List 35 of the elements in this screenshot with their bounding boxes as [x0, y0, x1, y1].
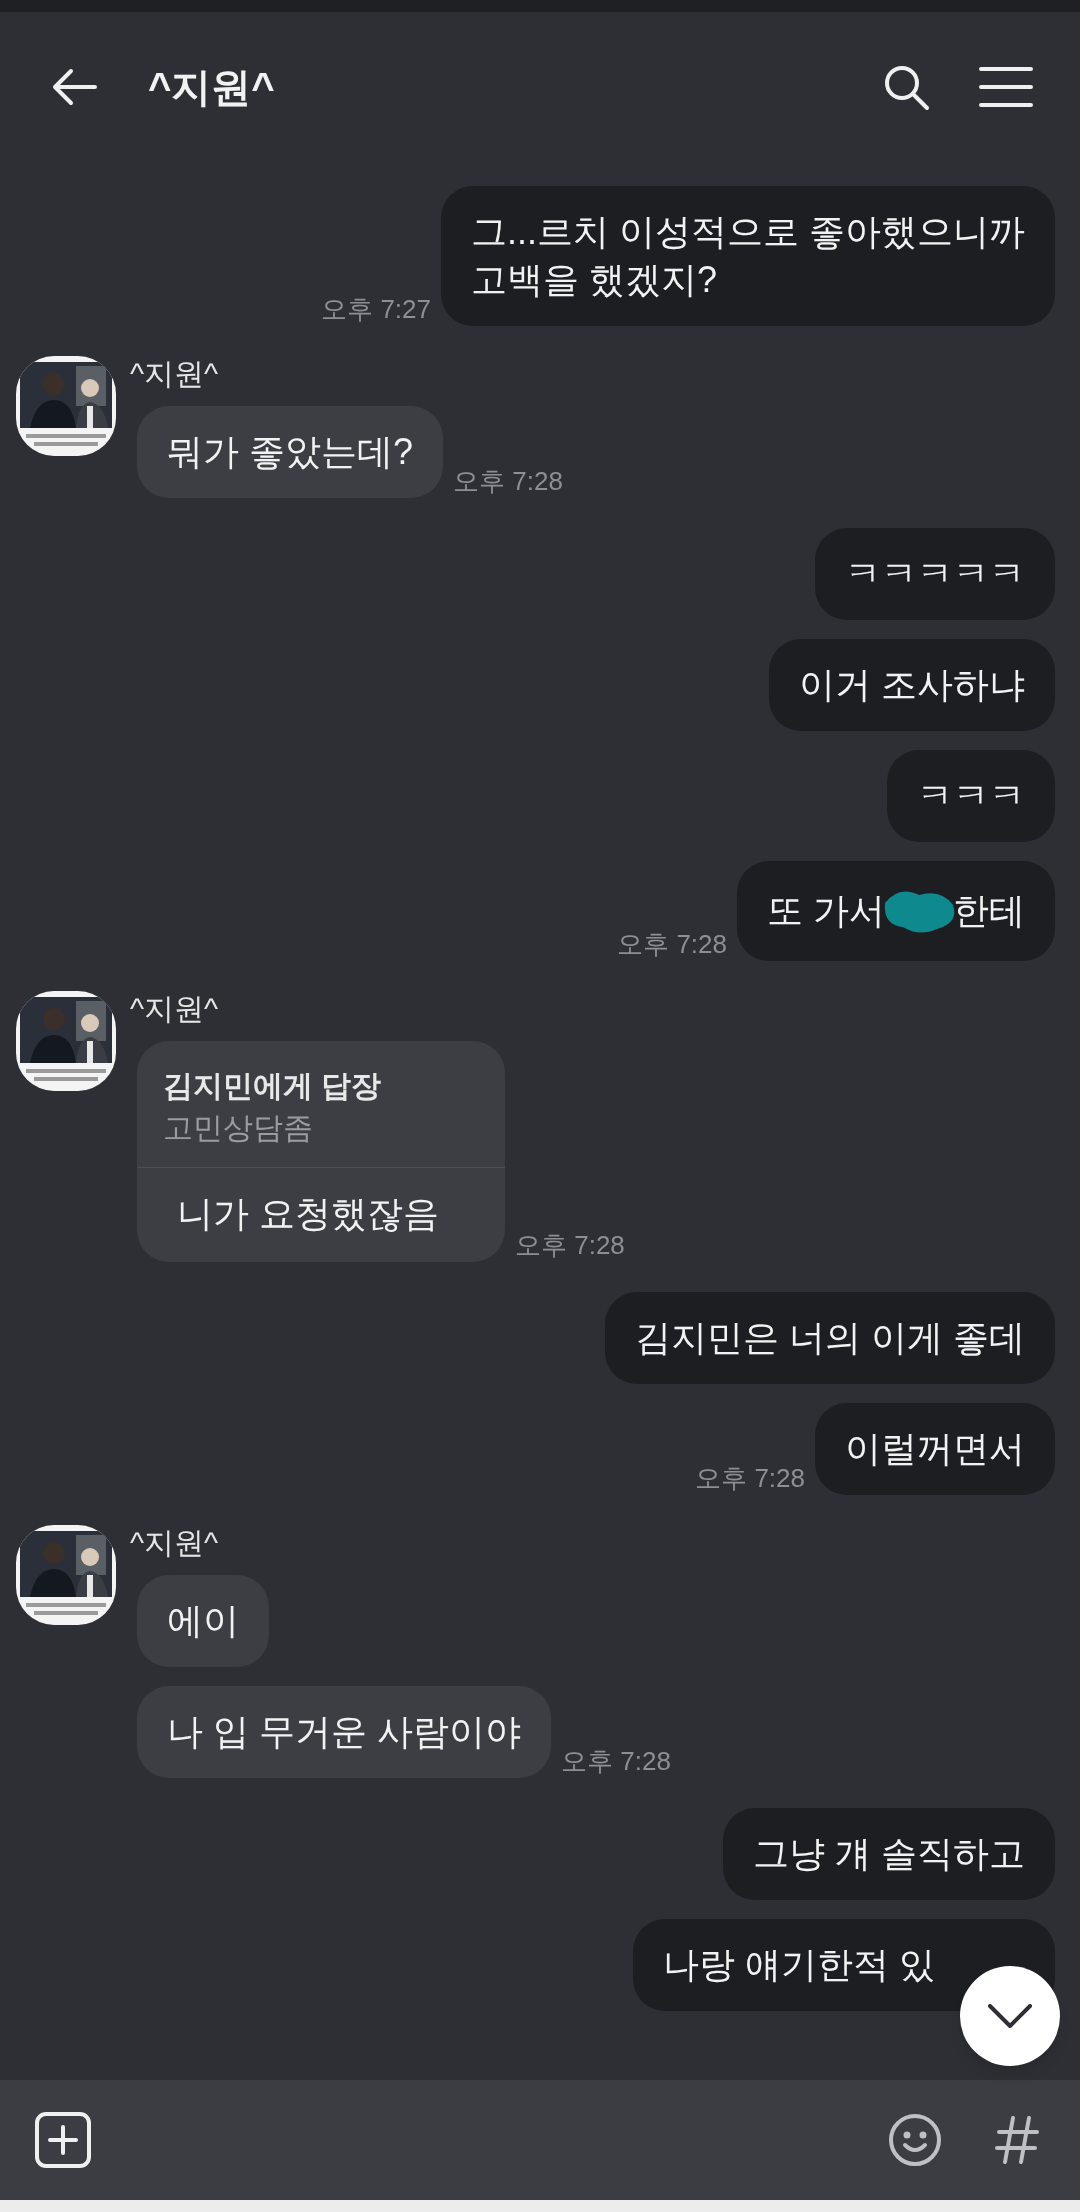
- message-bubble: 그냥 걔 솔직하고: [723, 1808, 1055, 1900]
- reply-target: 김지민에게 답장: [163, 1068, 383, 1104]
- message-text: 또 가서: [767, 889, 885, 933]
- hashtag-icon: [995, 2116, 1039, 2164]
- quoted-message: 고민상담좀: [163, 1110, 314, 1146]
- sender-name: ^지원^: [130, 356, 220, 392]
- sender-name: ^지원^: [130, 1525, 220, 1561]
- chat-title: ^지원^: [148, 64, 275, 111]
- message-time: 오후 7:28: [695, 1463, 805, 1493]
- message-bubble: 이거 조사하냐: [769, 639, 1055, 731]
- message-time: 오후 7:27: [321, 294, 431, 324]
- search-icon: [882, 63, 930, 111]
- message-bubble: 나 입 무거운 사람이야: [137, 1686, 551, 1778]
- message-time: 오후 7:28: [453, 466, 563, 496]
- chevron-down-icon: [988, 2004, 1032, 2028]
- message-bubble: ㅋㅋㅋ: [887, 750, 1055, 842]
- message-time: 오후 7:28: [617, 929, 727, 959]
- attach-button[interactable]: [34, 2111, 92, 2169]
- back-arrow-icon: [51, 67, 97, 107]
- message-bubble: 뭐가 좋았는데?: [137, 406, 444, 498]
- sender-name: ^지원^: [130, 991, 220, 1027]
- message-time: 오후 7:28: [561, 1746, 671, 1776]
- message-bubble: 이럴꺼면서: [815, 1403, 1055, 1495]
- menu-icon: [979, 66, 1033, 108]
- message-bubble: ㅋㅋㅋㅋㅋ: [815, 528, 1055, 620]
- message-bubble: 그...르치 이성적으로 좋아했으니까 고백을 했겠지?: [441, 186, 1055, 326]
- message-bubble: 나랑 얘기한적 있: [633, 1919, 1055, 2011]
- emoji-button[interactable]: [886, 2111, 944, 2169]
- plus-square-icon: [35, 2112, 91, 2168]
- message-text: 니가 요청했잖음: [176, 1192, 440, 1236]
- message-bubble: 김지민은 너의 이게 좋데: [605, 1292, 1055, 1384]
- message-text: 한테: [953, 889, 1025, 933]
- smiley-icon: [888, 2113, 942, 2167]
- message-bubble: 에이: [137, 1575, 269, 1667]
- message-time: 오후 7:28: [515, 1230, 625, 1260]
